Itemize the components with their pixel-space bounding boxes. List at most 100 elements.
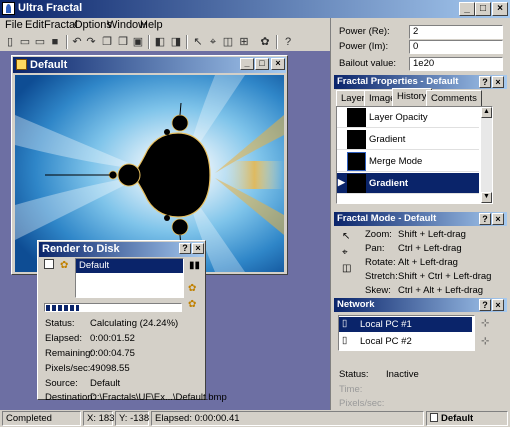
active-document-name: Default xyxy=(441,413,474,424)
layer-view-icon[interactable]: ◧ xyxy=(153,35,167,49)
scroll-up-button[interactable]: ▲ xyxy=(481,107,492,118)
network-list[interactable]: ▯ Local PC #1 ▯ Local PC #2 xyxy=(338,315,475,351)
select-arrow-icon[interactable]: ↖ xyxy=(191,35,205,49)
remaining-label: Remaining: xyxy=(45,348,94,359)
menu-file[interactable]: File xyxy=(5,19,23,31)
elapsed-label: Elapsed: xyxy=(45,333,82,344)
render-queue-list[interactable]: Default xyxy=(75,258,184,298)
copy-icon[interactable]: ❐ xyxy=(100,35,114,49)
paste-icon[interactable]: ❒ xyxy=(116,35,130,49)
network-title: Network xyxy=(337,299,375,310)
new-icon[interactable]: ▯ xyxy=(3,35,17,49)
window-icon[interactable]: ◫ xyxy=(221,35,235,49)
close-button[interactable]: × xyxy=(492,213,504,225)
history-item[interactable]: Layer Opacity xyxy=(337,107,479,128)
power-im-field[interactable]: 0 xyxy=(409,40,503,54)
document-icon xyxy=(430,413,438,422)
history-item[interactable]: Merge Mode xyxy=(337,151,479,172)
stretch-mode-value: Shift + Ctrl + Left-drag xyxy=(398,271,492,282)
redo-icon[interactable]: ↷ xyxy=(84,35,98,49)
history-item[interactable]: Gradient xyxy=(337,129,479,150)
duplicate-icon[interactable]: ▣ xyxy=(131,35,145,49)
help-button[interactable]: ? xyxy=(479,299,491,311)
bailout-label: Bailout value: xyxy=(339,58,397,69)
toolbar-separator xyxy=(276,35,278,49)
undo-icon[interactable]: ↶ xyxy=(70,35,84,49)
toolbar-separator xyxy=(66,35,68,49)
menu-edit[interactable]: Edit xyxy=(25,19,44,31)
status-bar: Completed X: 183 Y: -138 Elapsed: 0:00:0… xyxy=(0,410,510,427)
history-label: Layer Opacity xyxy=(369,112,428,123)
network-status-label: Status: xyxy=(339,369,369,380)
network-icon[interactable]: ⊞ xyxy=(237,35,251,49)
history-scrollbar[interactable]: ▲ ▼ xyxy=(481,107,492,203)
toolbar-separator xyxy=(186,35,188,49)
pc-icon: ▯ xyxy=(342,335,348,346)
toolbar-separator xyxy=(148,35,150,49)
y-coordinate: Y: -138 xyxy=(115,411,149,426)
zoom-icon[interactable]: ⌖ xyxy=(342,247,348,258)
window-icon[interactable]: ◫ xyxy=(342,263,351,274)
zoom-mode-value: Shift + Left-drag xyxy=(398,229,466,240)
menu-fractal[interactable]: Fractal xyxy=(44,19,78,31)
x-coordinate: X: 183 xyxy=(83,411,114,426)
maximize-button[interactable]: □ xyxy=(475,2,491,16)
render-to-disk-window[interactable]: Render to Disk ? × ✿ Default ▮▮ ✿ ✿ Stat… xyxy=(37,240,227,403)
select-arrow-icon[interactable]: ↖ xyxy=(342,231,350,242)
network-time-label: Time: xyxy=(339,384,363,395)
maximize-button[interactable]: □ xyxy=(255,58,269,70)
remove-render-icon[interactable]: ✿ xyxy=(188,299,196,310)
scroll-down-button[interactable]: ▼ xyxy=(481,192,492,203)
help-icon[interactable]: ? xyxy=(281,35,295,49)
history-thumbnail xyxy=(347,108,366,127)
history-label: Gradient xyxy=(369,134,406,145)
open-folder-icon[interactable]: ▭ xyxy=(33,35,47,49)
destination-label: Destination: xyxy=(45,392,96,403)
history-item-selected[interactable]: ▶ Gradient xyxy=(337,173,479,194)
help-button[interactable]: ? xyxy=(479,213,491,225)
formula-parameters: Power (Re): 2 Power (Im): 0 Bailout valu… xyxy=(331,18,510,75)
active-document[interactable]: Default xyxy=(426,411,508,426)
history-list[interactable]: Layer Opacity Gradient Merge Mode ▶ Grad… xyxy=(336,106,493,204)
zoom-icon[interactable]: ⌖ xyxy=(206,35,220,49)
open-icon[interactable]: ▭ xyxy=(18,35,32,49)
document-icon xyxy=(16,59,27,70)
minimize-button[interactable]: _ xyxy=(240,58,254,70)
power-re-field[interactable]: 2 xyxy=(409,25,503,39)
gradient-view-icon[interactable]: ◨ xyxy=(169,35,183,49)
add-computer-icon[interactable]: ⊹ xyxy=(481,318,489,329)
close-button[interactable]: × xyxy=(271,58,285,70)
menu-help[interactable]: Help xyxy=(140,19,163,31)
close-button[interactable]: × xyxy=(192,243,204,254)
close-button[interactable]: × xyxy=(492,76,504,88)
skew-mode-value: Ctrl + Alt + Left-drag xyxy=(398,285,484,296)
pause-icon[interactable]: ▮▮ xyxy=(189,260,200,271)
save-icon[interactable]: ■ xyxy=(48,35,62,49)
fractal-properties-header: Fractal Properties - Default ? × xyxy=(334,75,507,89)
render-queue-item[interactable]: Default xyxy=(76,259,183,273)
bailout-field[interactable]: 1e20 xyxy=(409,57,503,71)
network-item[interactable]: ▯ Local PC #2 xyxy=(339,334,472,349)
add-render-icon[interactable]: ✿ xyxy=(188,283,196,294)
current-state-arrow-icon: ▶ xyxy=(338,177,345,187)
fractal-window-title-bar[interactable]: Default _ □ × xyxy=(13,57,286,73)
power-im-label: Power (Im): xyxy=(339,41,389,52)
pixels-per-sec-label: Pixels/sec: xyxy=(45,363,91,374)
minimize-button[interactable]: _ xyxy=(459,2,475,16)
network-item-selected[interactable]: ▯ Local PC #1 xyxy=(339,317,472,332)
network-pixels-label: Pixels/sec: xyxy=(339,398,385,409)
render-title-bar[interactable]: Render to Disk ? × xyxy=(39,242,204,257)
network-status-value: Inactive xyxy=(386,369,419,380)
render-icon[interactable]: ✿ xyxy=(258,35,272,49)
history-label: Merge Mode xyxy=(369,156,423,167)
remove-computer-icon[interactable]: ⊹ xyxy=(481,336,489,347)
close-button[interactable]: × xyxy=(492,2,508,16)
app-icon[interactable] xyxy=(2,2,15,15)
help-button[interactable]: ? xyxy=(479,76,491,88)
stretch-mode-label: Stretch: xyxy=(365,271,398,282)
help-button[interactable]: ? xyxy=(179,243,191,254)
elapsed-time: Elapsed: 0:00:00.41 xyxy=(151,411,424,426)
right-panel: Power (Re): 2 Power (Im): 0 Bailout valu… xyxy=(330,18,510,410)
tab-comments[interactable]: Comments xyxy=(426,90,482,106)
close-button[interactable]: × xyxy=(492,299,504,311)
